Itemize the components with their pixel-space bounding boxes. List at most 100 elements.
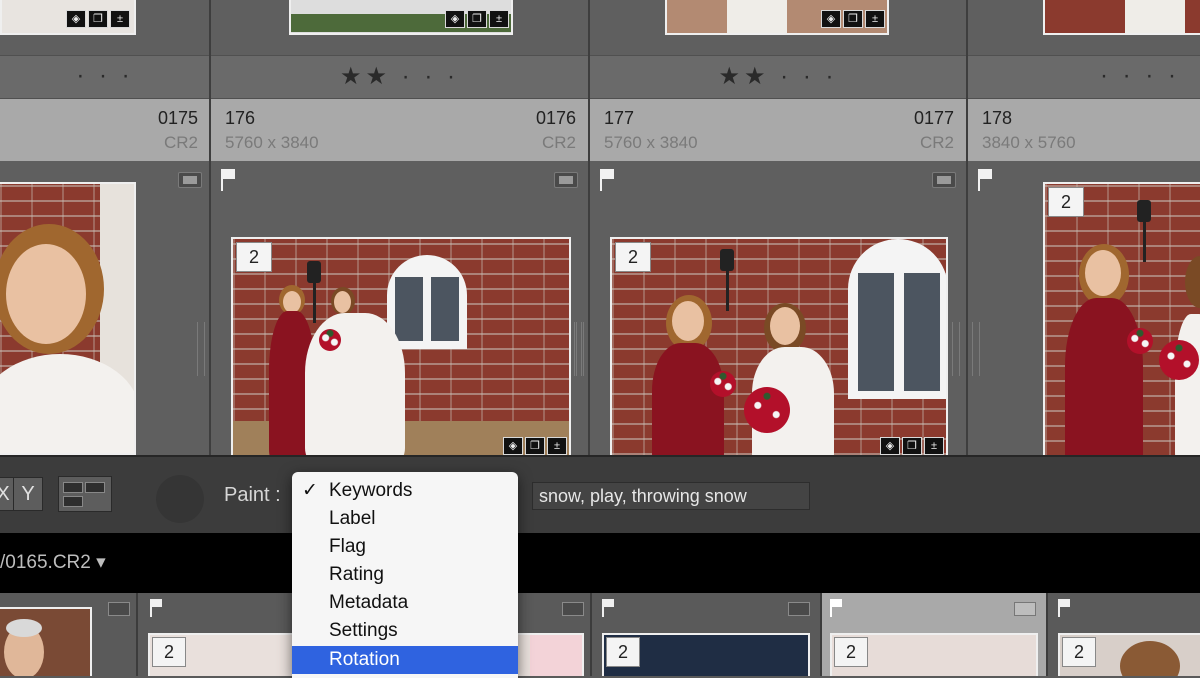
file-extension: CR2 (919, 133, 954, 152)
stack-count-badge[interactable]: 2 (606, 637, 640, 667)
menu-item-metadata[interactable]: Metadata (292, 589, 518, 617)
filmstrip-thumbnail[interactable]: 2 (602, 633, 810, 676)
star-rating[interactable]: · · · (0, 62, 210, 90)
collection-icon: ❐ (902, 437, 922, 455)
filmstrip-thumbnail[interactable]: 2 (1058, 633, 1200, 676)
menu-item-settings[interactable]: Settings (292, 617, 518, 645)
develop-icon: ± (110, 10, 130, 28)
metadata-badge-icon[interactable] (1014, 602, 1036, 616)
paint-target-menu[interactable]: ✓ Keywords Label Flag Rating Metadata Se… (292, 472, 518, 678)
image-dimensions: 5760 x 3840 (225, 133, 319, 152)
rating-row[interactable]: · · · · (968, 55, 1200, 99)
grid-cell-0[interactable]: ◈ ❐ ± · · · 0175 CR2 (0, 0, 210, 455)
thumbnail-top-0[interactable]: ◈ ❐ ± (0, 0, 136, 35)
filmstrip-cell-selected[interactable]: 2 (822, 593, 1048, 676)
stack-count-badge[interactable]: 2 (152, 637, 186, 667)
toolbar: X Y Paint : snow, play, throwing snow (0, 455, 1200, 533)
flag-icon[interactable] (150, 599, 162, 617)
menu-item-keywords[interactable]: ✓ Keywords (292, 477, 518, 505)
filmstrip-cell[interactable]: 2 (592, 593, 822, 676)
develop-icon: ± (489, 10, 509, 28)
keyword-icon: ◈ (445, 10, 465, 28)
cell-index: 178 (982, 108, 1013, 128)
cell-info: 177 5760 x 3840 0177 CR2 (590, 99, 966, 161)
window (387, 255, 467, 349)
metadata-badge-icon[interactable] (108, 602, 130, 616)
flag-icon[interactable] (978, 169, 992, 191)
image-dimensions: 3840 x 5760 (982, 133, 1076, 152)
photo-thumbnail[interactable] (0, 182, 136, 455)
file-index: 0176 (535, 108, 576, 128)
metadata-badge-icon[interactable] (554, 172, 578, 188)
photo-thumbnail[interactable]: 2 ◈ ❐ ± (610, 237, 948, 455)
badge-icons: ◈ ❐ ± (66, 10, 130, 28)
menu-item-rating[interactable]: Rating (292, 561, 518, 589)
keyword-icon: ◈ (880, 437, 900, 455)
thumbnail-top-3[interactable] (1043, 0, 1200, 35)
paint-keywords-input[interactable]: snow, play, throwing snow (532, 482, 810, 510)
file-extension: CR2 (541, 133, 576, 152)
filename-dropdown[interactable]: /0165.CR2 ▾ (0, 551, 106, 574)
checkmark-icon: ✓ (302, 480, 318, 501)
cell-index: 176 (225, 108, 256, 128)
star-rating[interactable]: ★★ · · · (590, 62, 966, 91)
filmstrip-thumbnail[interactable] (0, 607, 92, 676)
cell-info: 0175 CR2 (0, 99, 210, 161)
photo-thumbnail[interactable]: 2 (1043, 182, 1200, 455)
menu-item-flag[interactable]: Flag (292, 533, 518, 561)
window (848, 239, 946, 399)
file-extension: CR2 (163, 133, 198, 152)
stack-count-badge[interactable]: 2 (1048, 187, 1084, 217)
filmstrip-cell[interactable] (0, 593, 138, 676)
flag-icon[interactable] (221, 169, 235, 191)
thumbnail-top-2[interactable]: ◈ ❐ ± (665, 0, 889, 35)
collection-icon: ❐ (525, 437, 545, 455)
cell-index: 177 (604, 108, 635, 128)
rating-row[interactable]: · · · (0, 55, 210, 99)
grid-cell-176[interactable]: ◈❐± ★★ · · · 176 5760 x 3840 0176 CR2 (197, 0, 588, 455)
file-index: 0175 (157, 108, 198, 128)
filmstrip: 2 2 2 2 (0, 593, 1200, 676)
grid-cell-177[interactable]: ◈❐± ★★ · · · 177 5760 x 3840 0177 CR2 (576, 0, 966, 455)
thumbnail-top-1[interactable]: ◈ ❐ ± (289, 0, 513, 35)
menu-item-rotation[interactable]: Rotation (292, 646, 518, 674)
stack-count-badge[interactable]: 2 (615, 242, 651, 272)
survey-view-button[interactable] (58, 476, 112, 512)
stack-count-badge[interactable]: 2 (834, 637, 868, 667)
rating-row[interactable]: ★★ · · · (211, 55, 588, 99)
badge-icons: ◈ ❐ ± (821, 10, 885, 28)
rating-row[interactable]: ★★ · · · (590, 55, 966, 99)
filmstrip-cell[interactable]: 2 (1048, 593, 1200, 676)
resize-handle[interactable] (576, 322, 584, 376)
resize-handle[interactable] (952, 322, 960, 376)
collection-icon: ❐ (843, 10, 863, 28)
metadata-badge-icon[interactable] (178, 172, 202, 188)
grid-cell-178[interactable]: · · · · 178 3840 x 5760 2 (968, 0, 1200, 455)
menu-item-label-option[interactable]: Label (292, 505, 518, 533)
compare-y-button[interactable]: Y (13, 477, 43, 511)
flag-icon[interactable] (602, 599, 614, 617)
star-rating[interactable]: · · · · (968, 62, 1200, 90)
metadata-badge-icon[interactable] (788, 602, 810, 616)
compare-x-button[interactable]: X (0, 477, 14, 511)
cell-info: 178 3840 x 5760 (968, 99, 1200, 161)
image-dimensions: 5760 x 3840 (604, 133, 698, 152)
metadata-badge-icon[interactable] (562, 602, 584, 616)
photo-thumbnail[interactable]: 2 ◈ ❐ ± (231, 237, 571, 455)
flag-icon[interactable] (600, 169, 614, 191)
keyword-icon: ◈ (821, 10, 841, 28)
badge-icons: ◈ ❐ ± (445, 10, 509, 28)
stack-count-badge[interactable]: 2 (236, 242, 272, 272)
menu-item-label: Keywords (329, 480, 413, 501)
develop-icon: ± (547, 437, 567, 455)
spray-can-icon[interactable] (156, 475, 204, 523)
resize-handle[interactable] (197, 322, 205, 376)
stack-count-badge[interactable]: 2 (1062, 637, 1096, 667)
flag-icon[interactable] (1058, 599, 1070, 617)
star-rating[interactable]: ★★ · · · (211, 62, 588, 91)
flag-icon[interactable] (830, 599, 842, 617)
file-index: 0177 (913, 108, 954, 128)
metadata-badge-icon[interactable] (932, 172, 956, 188)
filmstrip-thumbnail[interactable]: 2 (830, 633, 1038, 676)
resize-handle[interactable] (972, 322, 980, 376)
